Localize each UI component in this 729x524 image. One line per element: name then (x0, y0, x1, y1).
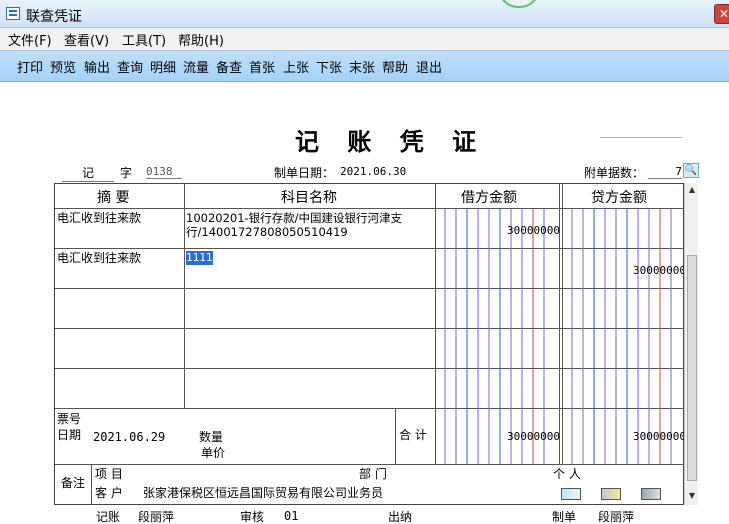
remarks-label: 备注 (61, 476, 86, 490)
menu-tools[interactable]: 工具(T) (122, 30, 166, 49)
title-bar: 联查凭证 ✕ (0, 0, 729, 28)
bookkeeper-label: 记账 (96, 510, 121, 524)
header-credit: 贷方金额 (591, 190, 647, 206)
auditor-value: 01 (284, 509, 299, 523)
zi-label: 字 (120, 166, 133, 180)
qty-label: 数量 (199, 430, 224, 444)
help-button[interactable]: 帮助 (382, 57, 408, 76)
row1-account-line2[interactable]: 行/14001727808050510419 (186, 225, 348, 239)
cashier-label: 出纳 (388, 510, 413, 524)
query-button[interactable]: 查询 (117, 57, 143, 76)
menu-view[interactable]: 查看(V) (64, 30, 109, 49)
row-sep (55, 464, 685, 465)
print-button[interactable]: 打印 (17, 57, 43, 76)
voucher-date[interactable]: 2021.06.30 (340, 165, 412, 178)
next-button[interactable]: 下张 (316, 57, 342, 76)
divider (600, 137, 682, 138)
reference-button[interactable]: 备查 (216, 57, 242, 76)
voucher-number[interactable]: 0138 (146, 165, 182, 179)
col-sep (395, 408, 396, 464)
date-label: 制单日期： (274, 166, 335, 180)
header-debit: 借方金额 (461, 190, 517, 206)
menu-help[interactable]: 帮助(H) (178, 30, 224, 49)
decorative-circle (498, 0, 540, 8)
row1-summary[interactable]: 电汇收到往来款 (57, 211, 141, 225)
total-credit: 30000000 (633, 430, 685, 443)
note-icon[interactable] (601, 488, 621, 500)
customer-label: 客 户 (95, 486, 123, 500)
vertical-scrollbar[interactable]: ▲ ▼ (684, 183, 698, 505)
total-debit: 30000000 (507, 430, 560, 443)
card-icon[interactable] (561, 488, 581, 500)
close-icon[interactable]: ✕ (714, 4, 729, 24)
attach-label: 附单据数： (584, 166, 645, 180)
menu-file[interactable]: 文件(F) (8, 30, 52, 49)
preview-button[interactable]: 预览 (50, 57, 76, 76)
voucher-heading: 记 账 凭 证 (295, 127, 487, 156)
menu-bar: 文件(F) 查看(V) 工具(T) 帮助(H) (0, 28, 729, 50)
voucher-table: 摘 要 科目名称 借方金额 贷方金额 电汇收到往来款 10020201-银行存款… (54, 183, 685, 505)
dept-label: 部 门 (359, 467, 387, 481)
voucher-type[interactable]: 记 (62, 164, 114, 182)
last-button[interactable]: 末张 (349, 57, 375, 76)
date-label-footer: 日期 (57, 428, 82, 442)
list-icon[interactable] (641, 488, 661, 500)
header-summary: 摘 要 (97, 190, 130, 206)
first-button[interactable]: 首张 (249, 57, 275, 76)
header-account: 科目名称 (281, 190, 337, 206)
previous-button[interactable]: 上张 (283, 57, 309, 76)
person-label: 个 人 (553, 467, 581, 481)
cashflow-button[interactable]: 流量 (183, 57, 209, 76)
total-label: 合 计 (399, 428, 427, 442)
footer-date[interactable]: 2021.06.29 (93, 430, 165, 444)
project-label: 项 目 (95, 467, 123, 481)
row1-account-line1[interactable]: 10020201-银行存款/中国建设银行河津支 (186, 211, 402, 225)
amount-grid (444, 209, 672, 464)
auditor-label: 审核 (240, 510, 265, 524)
customer-value[interactable]: 张家港保税区恒远昌国际贸易有限公司业务员 (143, 486, 383, 500)
search-icon[interactable]: 🔍 (683, 163, 699, 178)
maker-value: 段丽萍 (598, 510, 635, 524)
voucher-panel: 记 账 凭 证 记 字 0138 制单日期： 2021.06.30 附单据数： … (0, 82, 729, 524)
row2-credit[interactable]: 30000000 (633, 264, 685, 277)
row2-account-input[interactable]: 1111 (186, 251, 213, 265)
col-sep (184, 184, 185, 409)
window-title: 联查凭证 (26, 9, 82, 25)
scroll-up-icon[interactable]: ▲ (685, 183, 699, 197)
scroll-thumb[interactable] (687, 255, 697, 481)
toolbar: 打印 预览 输出 查询 明细 流量 备查 首张 上张 下张 末张 帮助 退出 (0, 50, 729, 82)
app-icon (6, 7, 20, 20)
scroll-down-icon[interactable]: ▼ (685, 489, 699, 503)
price-label: 单价 (201, 446, 226, 460)
detail-button[interactable]: 明细 (150, 57, 176, 76)
exit-button[interactable]: 退出 (416, 57, 442, 76)
row2-summary[interactable]: 电汇收到往来款 (57, 251, 141, 265)
ticket-label: 票号 (57, 412, 82, 426)
attach-count[interactable]: 7 (648, 165, 682, 179)
output-button[interactable]: 输出 (84, 57, 110, 76)
row1-debit[interactable]: 30000000 (507, 224, 560, 237)
maker-label: 制单 (552, 510, 577, 524)
bookkeeper-value: 段丽萍 (138, 510, 175, 524)
col-sep (91, 464, 92, 505)
